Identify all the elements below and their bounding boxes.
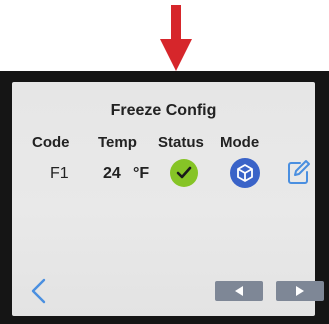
mode-button[interactable]: [230, 158, 260, 188]
status-ok-badge[interactable]: [170, 159, 198, 187]
prev-arrow-icon: [235, 286, 243, 296]
column-header-status: Status: [158, 134, 204, 151]
pointer-arrow-icon: [160, 5, 192, 71]
column-header-mode: Mode: [220, 134, 260, 151]
checkmark-icon: [176, 166, 192, 179]
back-chevron-icon[interactable]: [29, 278, 49, 304]
column-header-code: Code: [32, 134, 70, 151]
row-code: F1: [50, 165, 69, 182]
column-header-temp: Temp: [98, 134, 137, 151]
page-title: Freeze Config: [110, 102, 217, 119]
next-arrow-icon: [296, 286, 304, 296]
prev-button[interactable]: [215, 281, 263, 301]
device-screen: Freeze Config Code Temp Status Mode F1 2…: [12, 82, 324, 316]
edit-icon[interactable]: [287, 159, 311, 185]
row-temp-value: 24: [103, 165, 121, 182]
cube-icon: [237, 164, 253, 182]
next-button[interactable]: [276, 281, 324, 301]
row-temp-unit: °F: [133, 165, 150, 182]
